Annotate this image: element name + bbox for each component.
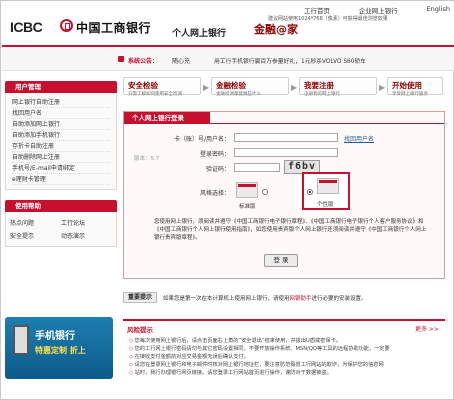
step-subtitle: 金融检测都能做些什么 [216, 92, 261, 97]
captcha-label: 验证码： [205, 166, 230, 173]
sidebar-header-help: 使用帮助 [5, 200, 117, 212]
help-link[interactable]: 热点问题 [10, 218, 61, 227]
steps-bar: 安全检验 只需了解如何使用安全检测 ▶ 金融检验 金融检测都能做些什么 ▶ 我要… [123, 77, 445, 105]
step-start-using[interactable]: 开始使用 享受网上银行服务 [387, 77, 443, 97]
sidebar-menu: 网上银行自助注册 找回用户名 自助添加网上银行 自助添加手机银行 存折卡自助注册… [5, 93, 117, 190]
arrow-right-icon: ▶ [203, 83, 210, 92]
announcement-label: 系统公告： [128, 58, 159, 65]
personal-style-thumbnail [317, 178, 339, 194]
announcement-link-recharge[interactable]: 随心充 [172, 56, 190, 65]
mobile-banking-promo[interactable]: 手机银行 特惠定制 折上 [5, 317, 113, 379]
site-title: 个人网上银行 [172, 29, 227, 39]
list-item: 在接收支付金额前对应交易金额无误后确认支付。 [129, 353, 439, 361]
step-title: 我要注册 [304, 81, 334, 90]
standard-style-radio[interactable] [262, 189, 268, 195]
phone-icon [13, 325, 29, 355]
link-icbc-home[interactable]: 工行首页 [304, 5, 330, 15]
helper-link[interactable]: 网银助手 [290, 296, 312, 302]
step-title: 安全检验 [128, 81, 158, 90]
sidebar-item[interactable]: 自助删除网上注册 [12, 152, 110, 163]
link-corporate-banking[interactable]: 企业网上银行 [359, 5, 398, 15]
login-tab-line [210, 123, 444, 124]
login-button[interactable]: 登 录 [264, 254, 298, 267]
page-frame: ICBC 中国工商银行 个人网上银行 金融@家 工行首页 企业网上银行 Engl… [0, 0, 454, 400]
help-link[interactable]: 工行论坛 [61, 218, 112, 227]
tip-text-2: 进行必要的安装设置。 [311, 296, 367, 302]
step-title: 金融检验 [216, 81, 246, 90]
card-number-input[interactable] [234, 133, 338, 142]
password-label: 登录密码： [199, 151, 230, 158]
standard-style-label: 标准版 [239, 204, 256, 210]
important-tip: 重要提示 如果您是第一次在本计算机上使用网上银行，请使用网银助手进行必要的安装设… [123, 291, 445, 305]
top-links: 工行首页 企业网上银行 English [304, 5, 450, 15]
standard-style-thumbnail[interactable] [236, 182, 258, 198]
password-input[interactable] [234, 148, 338, 157]
find-username-link[interactable]: 找回用户名 [344, 134, 374, 143]
tip-tag: 重要提示 [123, 292, 157, 303]
more-link[interactable]: 更多 >> [415, 324, 439, 333]
risk-warning: 风险提示 更多 >> 您每次使用网上银行后，请点击页面右上角的“安全退出”结束使… [123, 319, 445, 397]
personal-style-radio[interactable] [307, 189, 313, 195]
sidebar-item[interactable]: 自助添加手机银行 [12, 130, 110, 141]
step-subtitle: 注册我的网上银行 [304, 92, 340, 97]
announcement-bar: 系统公告： 随心充 用工行手机银行赢百万参量好礼，1元秒杀VOLVO S60轿车 [2, 47, 454, 71]
list-item: 您每次使用网上银行后，请点击页面右上角的“安全退出”结束使用，并拔出U盾或密保卡… [129, 337, 439, 345]
tip-text-1: 如果您是第一次在本计算机上使用网上银行，请使用 [163, 296, 290, 302]
personal-style-label: 个性版 [317, 202, 334, 208]
help-link[interactable]: 安全提示 [10, 231, 61, 240]
list-item: 站时，我行办理银行网页链接。请您登录工行网站首页进行操作，谨防对于数据被盗。 [129, 369, 439, 377]
step-register[interactable]: 我要注册 注册我的网上银行 [299, 77, 377, 97]
step-subtitle: 享受网上银行服务 [392, 92, 428, 97]
logo-text-en: ICBC [10, 19, 43, 35]
link-english[interactable]: English [427, 5, 450, 14]
promo-subtitle: 特惠定制 折上 [35, 346, 86, 355]
help-link[interactable]: 动态演示 [61, 231, 112, 240]
list-item: 请您在登录网上银行和电子邮件时核对网上银行地址栏，要注意防范假冒工行网站的欺诈，… [129, 361, 439, 369]
speaker-icon [118, 56, 124, 62]
step-title: 开始使用 [392, 81, 422, 90]
login-panel: 个人网上银行登录 版本：5.7 卡（账）号/用户名： 找回用户名 登录密码： 验… [123, 111, 445, 279]
sidebar-item[interactable]: 网上银行自助注册 [12, 97, 110, 108]
sidebar-header-user-mgmt: 用户管理 [5, 81, 117, 93]
list-item: 您的工行网上银行密码请勿与其它密码设置相同，不要开放操作系统、MSN/QQ等工具… [129, 345, 439, 353]
card-number-label: 卡（账）号/用户名： [173, 136, 230, 143]
step-finance-check[interactable]: 金融检验 金融检测都能做些什么 [211, 77, 289, 97]
logo-text-cn: 中国工商银行 [76, 21, 152, 35]
agreement-text: 您使用网上银行，须阅读并遵守《中国工商银行电子银行章程》、《中国工商银行电子银行… [154, 219, 427, 241]
brand-title: 金融@家 [254, 23, 298, 36]
arrow-right-icon: ▶ [379, 83, 386, 92]
style-label: 风格选择： [199, 190, 230, 197]
arrow-right-icon: ▶ [291, 83, 298, 92]
sidebar-item[interactable]: 找回用户名 [12, 108, 110, 119]
icbc-logo-icon [60, 19, 73, 32]
promo-title: 手机银行 [35, 331, 75, 342]
sidebar-item[interactable]: 存折卡自助注册 [12, 141, 110, 152]
tip-text: 如果您是第一次在本计算机上使用网上银行，请使用网银助手进行必要的安装设置。 [163, 294, 367, 302]
sidebar: 用户管理 网上银行自助注册 找回用户名 自助添加网上银行 自助添加手机银行 存折… [5, 81, 117, 399]
risk-title: 风险提示 [127, 326, 153, 334]
login-tab: 个人网上银行登录 [124, 112, 210, 124]
header: ICBC 中国工商银行 个人网上银行 金融@家 工行首页 企业网上银行 Engl… [2, 2, 454, 46]
help-links: 热点问题 工行论坛 安全提示 动态演示 [5, 212, 117, 247]
risk-list: 您每次使用网上银行后，请点击页面右上角的“安全退出”结束使用，并拔出U盾或密保卡… [129, 337, 439, 377]
sidebar-item[interactable]: e理财卡管理 [12, 174, 110, 185]
version-label: 版本：5.7 [134, 156, 160, 162]
sidebar-item[interactable]: 手机号/E-mail申请绑定 [12, 163, 110, 174]
step-subtitle: 只需了解如何使用安全检测 [128, 92, 182, 97]
sidebar-item[interactable]: 自助添加网上银行 [12, 119, 110, 130]
captcha-input[interactable] [234, 163, 280, 172]
personal-style-option[interactable]: 个性版 [302, 172, 350, 210]
announcement-text[interactable]: 用工行手机银行赢百万参量好礼，1元秒杀VOLVO S60轿车 [214, 56, 366, 65]
step-security-check[interactable]: 安全检验 只需了解如何使用安全检测 [123, 77, 201, 97]
resolution-notice: 建议网站使用1024*768（像素）可获得最佳浏览效果 [268, 16, 388, 22]
